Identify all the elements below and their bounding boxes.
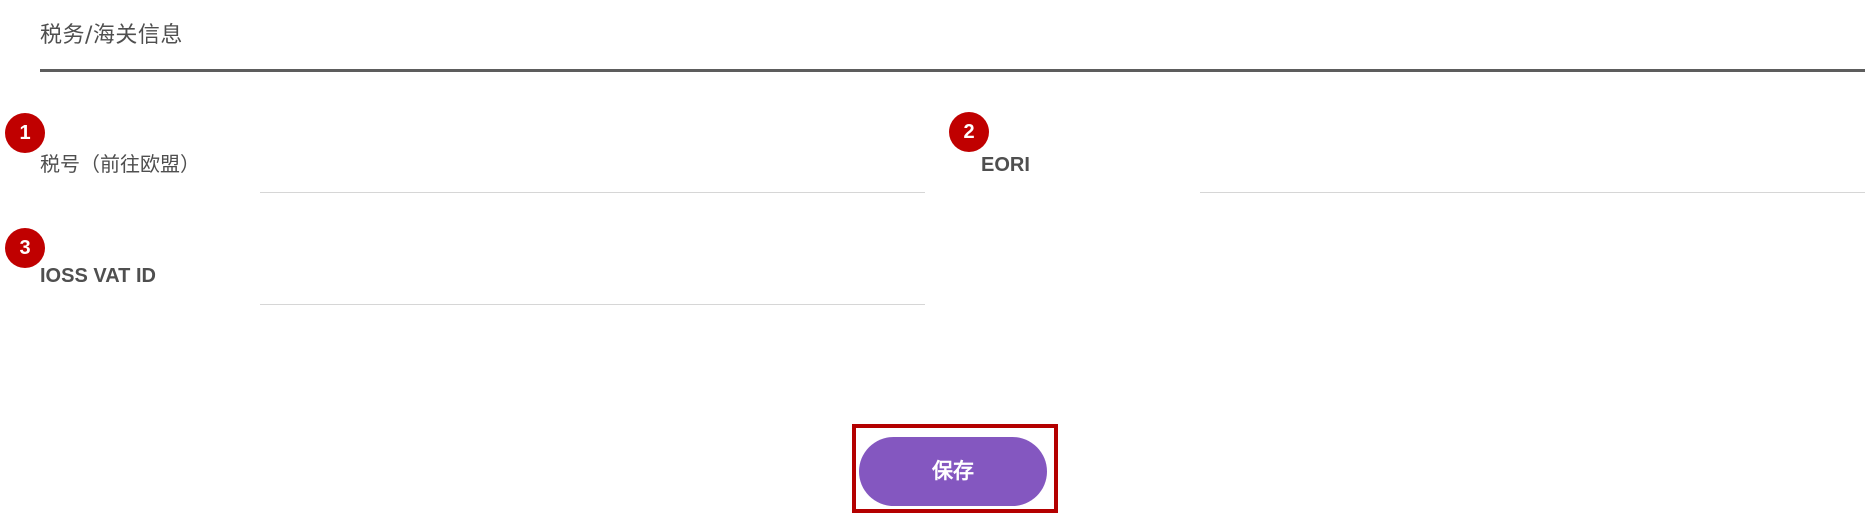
step-badge-1: 1 (5, 113, 45, 153)
eori-input[interactable] (1200, 163, 1865, 193)
step-badge-2: 2 (949, 112, 989, 152)
section-title: 税务/海关信息 (40, 23, 183, 48)
eori-label: EORI (981, 154, 1030, 176)
step-badge-3: 3 (5, 228, 45, 268)
tax-number-label: 税号（前往欧盟） (40, 154, 200, 176)
section-divider (40, 69, 1865, 72)
ioss-vat-id-input[interactable] (260, 275, 925, 305)
ioss-vat-id-label: IOSS VAT ID (40, 265, 156, 287)
tax-number-input[interactable] (260, 163, 925, 193)
save-button[interactable]: 保存 (859, 437, 1047, 506)
